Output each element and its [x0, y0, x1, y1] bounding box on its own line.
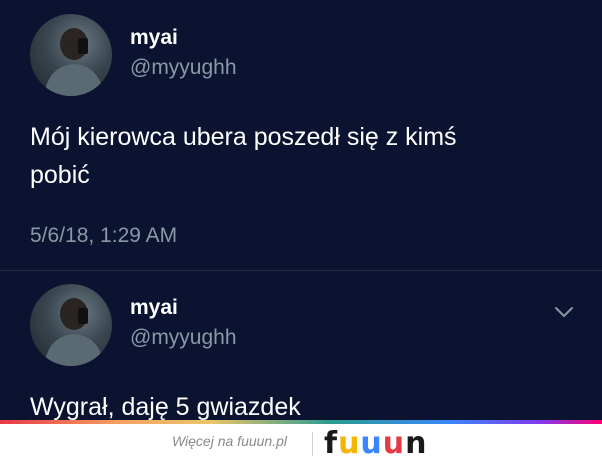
more-link-label: Więcej na fuuun.pl [171, 433, 287, 449]
watermark-footer: Więcej na fuuun.pl fuuun [0, 424, 602, 464]
fuuun-logo[interactable]: fuuun [324, 426, 428, 461]
avatar[interactable] [30, 284, 112, 366]
tweet-text: Wygrał, daję 5 gwiazdek [30, 393, 301, 420]
logo-letter: u [382, 426, 406, 461]
logo-letter: f [324, 426, 339, 461]
user-handle[interactable]: @myyughh [130, 56, 237, 80]
profile-photo-icon [44, 298, 104, 366]
logo-letter: u [360, 426, 383, 461]
tweet-text: Mój kierowca ubera poszedł się z kimś po… [30, 123, 457, 189]
more-link[interactable]: Więcej na fuuun.pl [0, 433, 301, 449]
user-handle[interactable]: @myyughh [130, 326, 237, 350]
profile-photo-icon [44, 28, 104, 96]
display-name[interactable]: myai [130, 26, 178, 50]
footer-separator [312, 432, 313, 456]
chevron-down-icon[interactable] [552, 304, 576, 320]
display-name[interactable]: myai [130, 296, 178, 320]
logo-letter: n [405, 426, 428, 461]
avatar[interactable] [30, 14, 112, 96]
logo-letter: u [338, 426, 361, 461]
tweet-thread: myai @myyughh Mój kierowca ubera poszedł… [0, 0, 602, 420]
divider [0, 270, 602, 271]
tweet-timestamp[interactable]: 5/6/18, 1:29 AM [30, 224, 177, 248]
